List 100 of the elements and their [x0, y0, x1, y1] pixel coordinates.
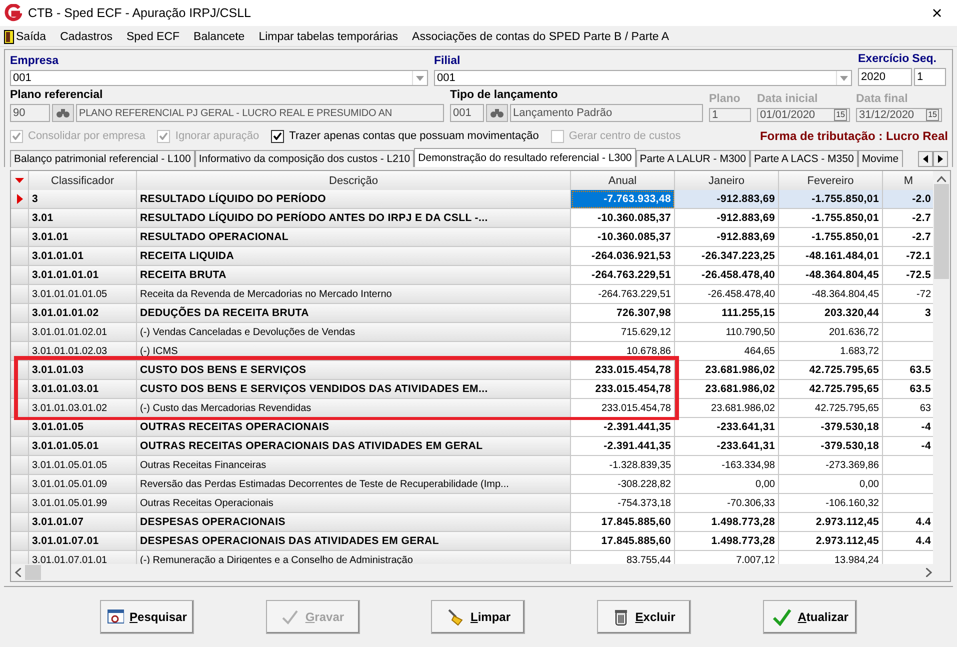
scroll-right-button[interactable]	[933, 151, 948, 167]
left-arrow-icon	[923, 155, 928, 163]
table-cell: 3.01.01.01.01	[29, 266, 137, 285]
scroll-up-icon	[937, 176, 946, 182]
scrollbar-thumb[interactable]	[934, 184, 949, 279]
table-cell: -264.036.921,53	[571, 247, 675, 266]
column-header[interactable]: Janeiro	[675, 171, 779, 191]
column-header[interactable]: M	[883, 171, 933, 191]
sequence-field[interactable]: 1	[914, 68, 946, 86]
table-cell: -10.360.085,37	[571, 209, 675, 228]
right-arrow-icon	[938, 155, 943, 163]
entry-type-code-field[interactable]: 001	[450, 104, 484, 122]
column-header[interactable]: Fevereiro	[779, 171, 883, 191]
action-button[interactable]: Pesquisar	[100, 600, 194, 634]
table-cell: -70.306,33	[675, 494, 779, 513]
checkbox-label: Ignorar apuração	[175, 130, 260, 142]
table-cell: 17.845.885,60	[571, 532, 675, 551]
company-combo[interactable]: 001	[10, 70, 428, 86]
plan-code-field[interactable]: 90	[10, 104, 50, 122]
table-cell: RESULTADO LÍQUIDO DO PERÍODO	[137, 190, 571, 209]
lookup-button[interactable]	[486, 104, 508, 122]
menu-item[interactable]: Balancete	[194, 31, 245, 43]
scrollbar-thumb[interactable]	[25, 565, 41, 580]
table-cell: 42.725.795,65	[779, 399, 883, 418]
field-label: Plano referencial	[10, 89, 104, 103]
scroll-left-button[interactable]	[918, 151, 933, 167]
table-cell: -912.883,69	[675, 228, 779, 247]
table-cell: 3.01.01.05.01.05	[29, 456, 137, 475]
menu-item[interactable]: Associações de contas do SPED Parte B / Parte A	[412, 31, 670, 43]
table-cell: 1.683,72	[779, 342, 883, 361]
table-cell: -26.347.223,25	[675, 247, 779, 266]
table-cell: 3.01.01	[29, 228, 137, 247]
tab[interactable]: Parte A LACS - M350	[750, 150, 858, 167]
scroll-right-icon	[926, 568, 932, 577]
table-cell: RESULTADO LÍQUIDO DO PERÍODO ANTES DO IRPJ E DA CSLL -...	[137, 209, 571, 228]
table-cell: -912.883,69	[675, 209, 779, 228]
entry-type-name-field[interactable]: Lançamento Padrão	[510, 104, 703, 122]
row-indicator[interactable]	[11, 190, 29, 209]
action-button[interactable]: Limpar	[431, 600, 526, 634]
table-cell: CUSTO DOS BENS E SERVIÇOS	[137, 361, 571, 380]
table-cell: -26.458.478,40	[675, 266, 779, 285]
table-cell: 203.320,44	[779, 304, 883, 323]
binoculars-icon	[56, 108, 70, 118]
table-cell: -1.755.850,01	[779, 190, 883, 209]
table-cell: OUTRAS RECEITAS OPERACIONAIS DAS ATIVIDADES EM GERAL	[137, 437, 571, 456]
table-cell: DEDUÇÕES DA RECEITA BRUTA	[137, 304, 571, 323]
table-cell: -2.0	[883, 190, 933, 209]
table-cell: -264.763.229,51	[571, 285, 675, 304]
table-cell: 1.498.773,28	[675, 513, 779, 532]
table-cell: 0,00	[675, 475, 779, 494]
table-cell: 3.01.01.03.01	[29, 380, 137, 399]
table-cell: 3.01.01.01.01.05	[29, 285, 137, 304]
menu-item[interactable]: Sped ECF	[126, 31, 180, 43]
table-cell: 726.307,98	[571, 304, 675, 323]
door-icon	[4, 30, 14, 44]
branch-combo[interactable]: 001	[434, 70, 852, 86]
menu-item[interactable]: Limpar tabelas temporárias	[258, 31, 398, 43]
row-indicator[interactable]	[11, 418, 29, 437]
action-button[interactable]: Atualizar	[763, 600, 858, 634]
table-cell: DESPESAS OPERACIONAIS	[137, 513, 571, 532]
menu-item[interactable]: Cadastros	[60, 31, 112, 43]
field-label: Filial	[434, 55, 462, 69]
tab[interactable]: Informativo da composição dos custos - L210	[194, 150, 414, 167]
taxation-label: Forma de tributação : Lucro Real	[760, 129, 948, 143]
table-cell: RESULTADO OPERACIONAL	[137, 228, 571, 247]
table-cell: 3.01.01.03.01.02	[29, 399, 137, 418]
table-cell: (-) Vendas Canceladas e Devoluções de Vendas	[137, 323, 571, 342]
tab[interactable]: Movime	[858, 150, 903, 167]
table-cell: 3.01.01.05.01.09	[29, 475, 137, 494]
table-cell: 3.01.01.07.01.01	[29, 551, 137, 564]
table-cell: 0,00	[779, 475, 883, 494]
table-cell: -7.763.933,48	[571, 190, 675, 209]
field-label: Data inicial	[757, 93, 819, 107]
lookup-button[interactable]	[52, 104, 74, 122]
table-cell: DESPESAS OPERACIONAIS DAS ATIVIDADES EM GERAL	[137, 532, 571, 551]
tab[interactable]: Balanço patrimonial referencial - L100	[10, 150, 195, 167]
menu-item[interactable]: Saída	[16, 31, 46, 43]
table-cell: 3.01.01.07	[29, 513, 137, 532]
table-cell: -754.373,18	[571, 494, 675, 513]
table-cell: 3.01.01.07.01	[29, 532, 137, 551]
close-button[interactable]: ×	[917, 2, 957, 24]
table-cell: -2.391.441,35	[571, 437, 675, 456]
tab[interactable]: Parte A LALUR - M300	[636, 150, 750, 167]
column-header[interactable]: Classificador	[29, 171, 137, 191]
year-field[interactable]: 2020	[858, 68, 912, 86]
plan-name-field[interactable]: PLANO REFERENCIAL PJ GERAL - LUCRO REAL E PRESUMIDO AN	[76, 104, 444, 122]
table-cell: 3.01.01.05.01.99	[29, 494, 137, 513]
action-button[interactable]: Excluir	[597, 600, 692, 634]
table-cell: 1.498.773,28	[675, 532, 779, 551]
search-window-icon	[106, 609, 124, 625]
table-cell: 715.629,12	[571, 323, 675, 342]
column-header[interactable]: Anual	[571, 171, 675, 191]
checkbox-label: Consolidar por empresa	[28, 130, 146, 142]
checkbox[interactable]	[271, 130, 284, 142]
table-cell: -912.883,69	[675, 190, 779, 209]
column-header[interactable]: Descrição	[137, 171, 571, 191]
tab[interactable]: Demonstração do resultado referencial - L300	[414, 148, 636, 167]
table-cell: -379.530,18	[779, 418, 883, 437]
sort-header[interactable]	[11, 171, 29, 191]
table-cell: 111.255,15	[675, 304, 779, 323]
